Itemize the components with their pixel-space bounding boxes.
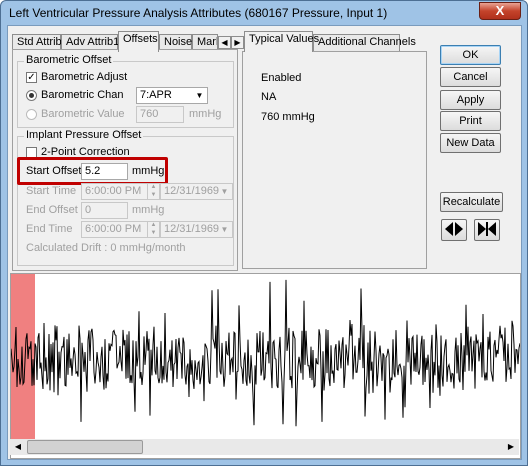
- ok-button[interactable]: OK: [440, 45, 501, 65]
- dialog-window: Left Ventricular Pressure Analysis Attri…: [0, 0, 528, 466]
- scroll-right-icon[interactable]: ▶: [503, 439, 519, 455]
- chevron-down-icon: ▼: [220, 187, 229, 196]
- calculated-drift-label: Calculated Drift : 0 mmHg/month: [26, 242, 186, 254]
- start-time-field[interactable]: 6:00:00 PM ▲ ▼: [81, 183, 160, 200]
- compress-arrows-icon: [478, 222, 496, 236]
- scroll-left-icon[interactable]: ◀: [10, 439, 26, 455]
- end-date-field[interactable]: 12/31/1969 ▼: [160, 221, 233, 238]
- end-time-field[interactable]: 6:00:00 PM ▲ ▼: [81, 221, 160, 238]
- tab-offsets[interactable]: Offsets: [118, 31, 159, 52]
- start-time-spinner[interactable]: ▲ ▼: [147, 183, 159, 200]
- print-button[interactable]: Print: [440, 111, 501, 131]
- barometric-offset-title: Barometric Offset: [24, 54, 114, 66]
- close-button[interactable]: X: [479, 2, 521, 20]
- start-time-label: Start Time: [26, 185, 77, 197]
- expand-arrows-icon: [445, 222, 463, 236]
- barometric-chan-value: 7:APR: [140, 89, 172, 101]
- pressure-waveform: [10, 274, 521, 442]
- waveform-trace: [10, 279, 521, 427]
- barometric-value-unit: mmHg: [189, 108, 222, 120]
- end-time-spinner[interactable]: ▲ ▼: [147, 221, 159, 238]
- barometric-adjust-label: Barometric Adjust: [41, 71, 128, 83]
- barometric-chan-select[interactable]: 7:APR ▼: [136, 87, 208, 104]
- new-data-button[interactable]: New Data: [440, 133, 501, 153]
- barometric-value-radio[interactable]: [26, 109, 37, 120]
- end-date-value: 12/31/1969: [164, 223, 220, 235]
- tab-typical-values[interactable]: Typical Values: [244, 31, 319, 52]
- scroll-thumb[interactable]: [27, 440, 143, 454]
- typical-values-panel: Enabled NA 760 mmHg: [242, 51, 427, 269]
- implant-offset-title: Implant Pressure Offset: [24, 129, 144, 141]
- typical-value-1: Enabled: [261, 72, 302, 84]
- implant-offset-group: Implant Pressure Offset 2-Point Correcti…: [17, 129, 234, 266]
- barometric-value-field[interactable]: 760: [136, 106, 184, 123]
- barometric-chan-label: Barometric Chan: [41, 89, 124, 101]
- typical-value-2: NA: [261, 91, 277, 103]
- window-title: Left Ventricular Pressure Analysis Attri…: [9, 6, 388, 20]
- barometric-adjust-checkbox[interactable]: ✓: [26, 72, 37, 83]
- start-date-field[interactable]: 12/31/1969 ▼: [160, 183, 233, 200]
- chevron-down-icon: ▼: [220, 225, 229, 234]
- typical-value-3: 760 mmHg: [261, 111, 315, 123]
- barometric-offset-group: Barometric Offset ✓ Barometric Adjust Ba…: [17, 54, 234, 128]
- dialog-client: Std Attrib Adv Attrib1 Offsets Noise Mar…: [7, 25, 522, 460]
- title-bar[interactable]: Left Ventricular Pressure Analysis Attri…: [1, 1, 527, 25]
- cancel-button[interactable]: Cancel: [440, 67, 501, 87]
- end-offset-unit: mmHg: [132, 204, 165, 216]
- end-time-label: End Time: [26, 223, 73, 235]
- tab-additional-channels[interactable]: Additional Channels: [313, 34, 416, 51]
- waveform-viewer[interactable]: [10, 273, 521, 459]
- apply-button[interactable]: Apply: [440, 90, 501, 110]
- start-offset-highlight: [17, 157, 168, 185]
- start-time-value: 6:00:00 PM: [85, 185, 142, 197]
- end-offset-field[interactable]: 0: [81, 202, 128, 219]
- recalculate-button[interactable]: Recalculate: [440, 192, 503, 212]
- barometric-chan-radio[interactable]: [26, 90, 37, 101]
- waveform-scrollbar[interactable]: ◀ ▶: [10, 439, 519, 455]
- chevron-down-icon: ▼: [195, 91, 204, 100]
- barometric-value-label: Barometric Value: [41, 108, 125, 120]
- start-date-value: 12/31/1969: [164, 185, 220, 197]
- offsets-panel: Barometric Offset ✓ Barometric Adjust Ba…: [12, 49, 238, 271]
- tab-scroll-left-icon[interactable]: ◀: [218, 36, 231, 49]
- expand-horizontal-button[interactable]: [441, 219, 467, 241]
- compress-horizontal-button[interactable]: [474, 219, 500, 241]
- tab-scroll-right-icon[interactable]: ▶: [231, 36, 244, 49]
- end-time-value: 6:00:00 PM: [85, 223, 142, 235]
- end-offset-label: End Offset: [26, 204, 78, 216]
